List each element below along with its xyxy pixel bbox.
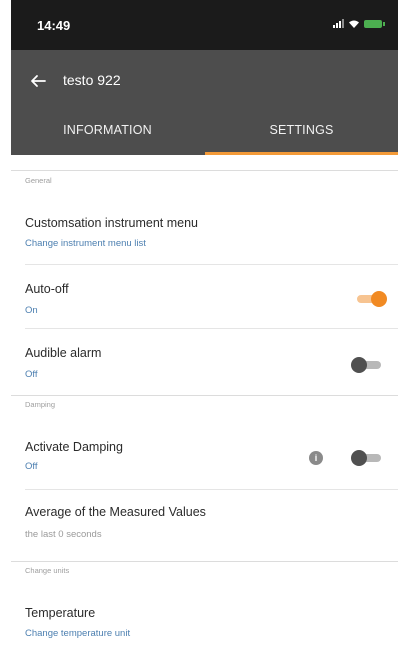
app-bar: testo 922 INFORMATION SETTINGS [11,50,398,155]
row-subtitle: On [25,305,38,316]
section-header-change-units: Change units [25,566,70,575]
row-title: Auto-off [25,282,69,296]
row-subtitle: Change temperature unit [25,628,131,639]
page-title: testo 922 [63,72,121,88]
settings-list: General Customsation instrument menu Cha… [11,155,398,646]
row-subtitle: Off [25,369,38,380]
row-subtitle: Off [25,461,38,472]
auto-off-toggle[interactable] [353,291,387,307]
section-divider [11,170,398,171]
status-time: 14:49 [37,18,71,33]
row-title: Temperature [25,606,96,620]
row-title: Activate Damping [25,440,123,454]
row-title: Customsation instrument menu [25,216,198,230]
section-divider [11,561,398,562]
audible-alarm-toggle[interactable] [351,357,385,373]
row-average-measured-values[interactable]: Average of the Measured Values the last … [11,490,398,560]
row-auto-off[interactable]: Auto-off On [11,265,398,328]
back-arrow-icon[interactable] [29,72,47,90]
battery-icon [364,19,385,28]
activate-damping-toggle[interactable] [351,450,385,466]
wifi-icon [349,20,359,28]
section-header-damping: Damping [25,400,56,409]
row-customisation-menu[interactable]: Customsation instrument menu Change inst… [11,205,398,263]
row-subtitle: the last 0 seconds [25,529,102,540]
section-header-general: General [25,176,52,185]
row-subtitle: Change instrument menu list [25,238,146,249]
row-title: Average of the Measured Values [25,505,206,519]
status-icons [333,19,385,28]
row-title: Audible alarm [25,346,102,360]
status-bar: 14:49 [11,0,398,50]
section-divider [11,395,398,396]
row-temperature[interactable]: Temperature Change temperature unit [11,595,398,646]
row-audible-alarm[interactable]: Audible alarm Off [11,329,398,395]
info-icon[interactable]: i [309,451,323,465]
row-activate-damping[interactable]: Activate Damping Off i [11,427,398,489]
signal-icon [333,19,344,28]
tab-information[interactable]: INFORMATION [11,110,204,155]
tab-settings[interactable]: SETTINGS [205,110,398,155]
